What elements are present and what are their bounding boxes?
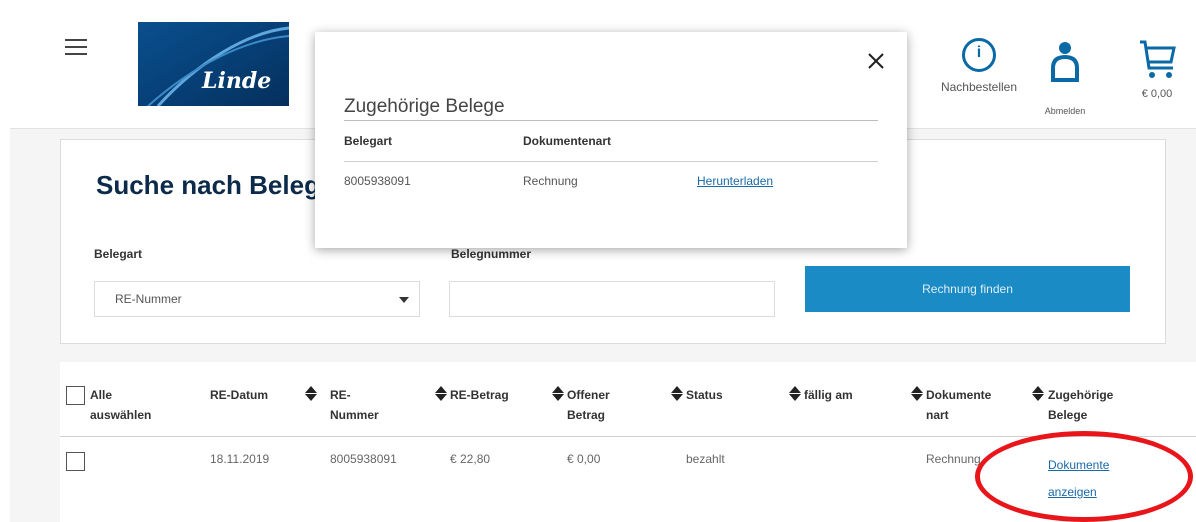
belegnummer-input[interactable] [449, 281, 775, 317]
cell-status: bezahlt [686, 452, 725, 466]
sort-faellig-am-icon[interactable] [911, 386, 923, 402]
sort-re-betrag-icon[interactable] [552, 386, 564, 402]
modal-header-divider [344, 161, 878, 162]
related-documents-modal: Zugehörige Belege Belegart Dokumentenart… [315, 32, 907, 248]
column-header-re-nummer: RE- Nummer [330, 385, 379, 425]
show-documents-link[interactable]: Dokumente anzeigen [1048, 452, 1109, 506]
linde-logo[interactable]: Linde [138, 22, 289, 106]
select-all-label: Alle auswählen [90, 385, 151, 425]
sort-offener-betrag-icon[interactable] [671, 386, 683, 402]
modal-cell-belegart: 8005938091 [344, 174, 411, 188]
sort-status-icon[interactable] [789, 386, 801, 402]
column-header-re-betrag: RE-Betrag [450, 388, 509, 402]
belegart-selected-value: RE-Nummer [115, 292, 182, 306]
modal-column-dokumentenart: Dokumentenart [523, 134, 612, 148]
column-header-dokumentenart-line2: nart [926, 408, 949, 422]
cell-re-nummer: 8005938091 [330, 452, 397, 466]
modal-title: Zugehörige Belege [344, 96, 505, 117]
column-header-re-nummer-line2: Nummer [330, 408, 379, 422]
show-documents-link-line2: anzeigen [1048, 485, 1097, 499]
column-header-status: Status [686, 388, 723, 402]
chevron-down-icon [399, 297, 409, 303]
column-header-dokumentenart-line1: Dokumente [926, 388, 992, 402]
sort-re-nummer-icon[interactable] [435, 386, 447, 402]
select-all-label-line1: Alle [90, 388, 113, 402]
cart-icon [1140, 40, 1176, 78]
belegart-select[interactable]: RE-Nummer [94, 281, 420, 317]
column-header-faellig-am: fällig am [804, 388, 853, 402]
menu-icon[interactable] [65, 39, 87, 55]
select-all-label-line2: auswählen [90, 408, 152, 422]
column-header-zugehoerige-line2: Belege [1048, 408, 1088, 422]
sort-dokumentenart-icon[interactable] [1032, 386, 1044, 402]
cell-re-datum: 18.11.2019 [210, 452, 270, 466]
cart-button[interactable]: € 0,00 [1130, 38, 1184, 108]
column-header-dokumentenart: Dokumente nart [926, 385, 991, 425]
modal-cell-dokumentenart: Rechnung [523, 174, 578, 188]
cell-offener-betrag: € 0,00 [567, 452, 601, 466]
download-link[interactable]: Herunterladen [697, 174, 773, 188]
reorder-label: Nachbestellen [940, 80, 1018, 94]
column-header-re-datum: RE-Datum [210, 388, 269, 402]
page-title: Suche nach Belege [96, 170, 335, 200]
logo-text: Linde [202, 68, 272, 94]
column-header-re-nummer-line1: RE- [330, 388, 351, 402]
column-header-offener-line1: Offener [567, 388, 610, 402]
column-header-zugehoerige-line1: Zugehörige [1048, 388, 1114, 402]
close-icon[interactable] [863, 48, 889, 74]
page: Linde i Nachbestellen Abmelden € 0,00 Su… [0, 0, 1196, 522]
logout-label: Abmelden [1044, 106, 1086, 116]
reorder-button[interactable]: i Nachbestellen [924, 38, 1034, 108]
user-icon [1051, 42, 1079, 82]
modal-title-divider [344, 120, 878, 121]
column-header-offener-betrag: Offener Betrag [567, 385, 610, 425]
cell-dokumentenart: Rechnung [926, 452, 981, 466]
column-header-zugehoerige-belege: Zugehörige Belege [1048, 385, 1113, 425]
show-documents-link-line1: Dokumente [1048, 458, 1110, 472]
cell-re-betrag: € 22,80 [450, 452, 491, 466]
belegnummer-label: Belegnummer [451, 247, 532, 261]
modal-column-belegart: Belegart [344, 134, 393, 148]
select-all-checkbox[interactable] [66, 386, 85, 405]
row-checkbox[interactable] [66, 452, 85, 471]
reorder-icon: i [962, 38, 996, 72]
sort-re-datum-icon[interactable] [305, 386, 317, 402]
invoice-table: Alle auswählen RE-Datum RE- Nummer RE-Be… [60, 362, 1196, 522]
belegart-label: Belegart [94, 247, 143, 261]
column-header-offener-line2: Betrag [567, 408, 606, 422]
cart-amount: € 0,00 [1141, 88, 1173, 100]
table-header-divider [60, 436, 1196, 437]
logout-button[interactable]: Abmelden [1030, 38, 1100, 118]
find-invoice-button[interactable]: Rechnung finden [805, 266, 1130, 312]
